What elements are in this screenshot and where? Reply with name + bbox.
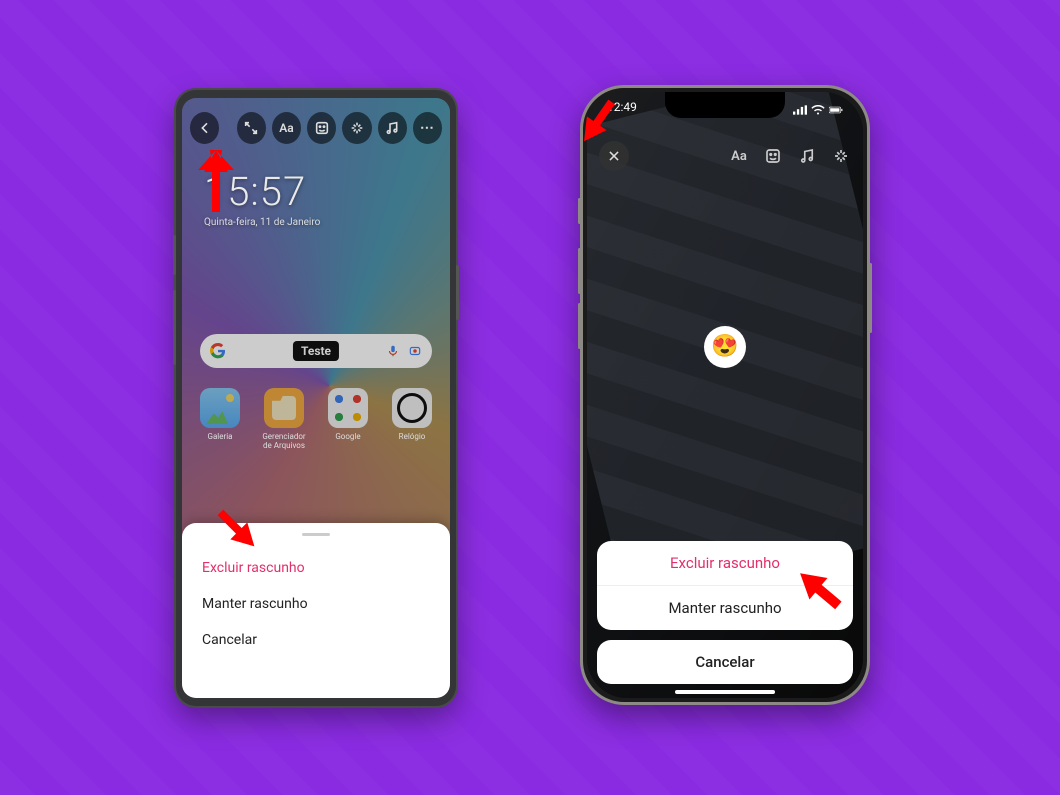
text-tool-icon[interactable]: Aa (272, 112, 301, 144)
clock-icon (392, 388, 432, 428)
effects-icon[interactable] (342, 112, 371, 144)
music-icon[interactable] (797, 146, 817, 166)
side-button (869, 263, 872, 333)
ios-status-bar: 12:49 (587, 100, 863, 120)
sheet-grabber[interactable] (302, 533, 330, 536)
callout-arrow-android-sheet (208, 500, 264, 556)
google-folder-icon (328, 388, 368, 428)
emoji-sticker[interactable]: 😍 (704, 326, 746, 368)
expand-icon[interactable] (237, 112, 266, 144)
app-clock[interactable]: Relógio (388, 388, 436, 450)
power-button (456, 265, 459, 320)
ios-story-toolbar: Aa (599, 138, 851, 174)
battery-icon (829, 104, 843, 116)
cancel-option[interactable]: Cancelar (202, 622, 430, 658)
sticker-icon[interactable] (763, 146, 783, 166)
gallery-icon (200, 388, 240, 428)
keep-draft-option[interactable]: Manter rascunho (202, 586, 430, 622)
music-icon[interactable] (378, 112, 407, 144)
home-indicator[interactable] (675, 690, 775, 694)
callout-arrow-ios-close (575, 92, 623, 148)
cancel-option[interactable]: Cancelar (597, 640, 853, 684)
app-files[interactable]: Gerenciador de Arquivos (260, 388, 308, 450)
home-apps-row: Galeria Gerenciador de Arquivos Google R… (196, 388, 436, 450)
more-icon[interactable]: ⋯ (413, 112, 442, 144)
volume-rocker (173, 290, 176, 365)
sticker-icon[interactable] (307, 112, 336, 144)
signal-icon (793, 104, 807, 116)
files-icon (264, 388, 304, 428)
mute-switch (578, 198, 581, 224)
app-galeria[interactable]: Galeria (196, 388, 244, 450)
callout-arrow-ios-delete (790, 564, 850, 616)
volume-down (578, 303, 581, 349)
callout-arrow-android-back (198, 150, 234, 220)
text-tool-icon[interactable]: Aa (729, 146, 749, 166)
volume-up-button (173, 235, 176, 275)
back-button[interactable] (190, 112, 219, 144)
effects-icon[interactable] (831, 146, 851, 166)
google-logo-icon (210, 343, 226, 359)
google-search-bar[interactable]: Teste (200, 334, 432, 368)
mic-icon (386, 344, 400, 358)
wifi-icon (811, 104, 825, 116)
stage: Aa ⋯ 15:57 Quinta-feira, 11 de Janeiro T… (0, 0, 1060, 795)
story-editor-toolbar: Aa ⋯ (182, 108, 450, 148)
story-text-overlay[interactable]: Teste (293, 341, 339, 361)
volume-up (578, 248, 581, 294)
app-google[interactable]: Google (324, 388, 372, 450)
lens-icon (408, 344, 422, 358)
